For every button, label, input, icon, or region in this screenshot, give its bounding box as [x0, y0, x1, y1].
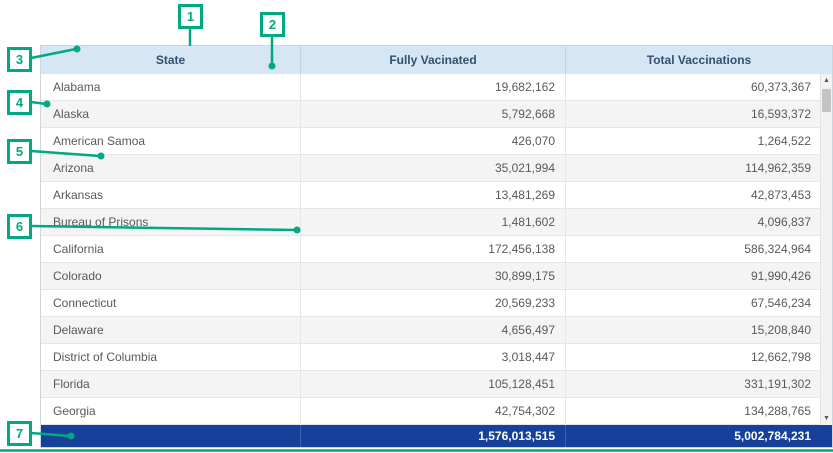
- column-header-total-vaccinations[interactable]: Total Vaccinations: [566, 46, 832, 74]
- column-header-fully-vaccinated[interactable]: Fully Vacinated: [301, 46, 566, 74]
- row-fully-vaccinated: 4,656,497: [301, 317, 566, 343]
- row-state: California: [41, 236, 301, 262]
- scrollbar-thumb[interactable]: [822, 89, 831, 112]
- row-fully-vaccinated: 30,899,175: [301, 263, 566, 289]
- table-header-row: State Fully Vacinated Total Vaccinations: [41, 46, 832, 74]
- table-total-row: 1,576,013,515 5,002,784,231: [41, 425, 832, 447]
- callout-1: 1: [178, 4, 203, 29]
- table-body: Alabama 19,682,162 60,373,367 Alaska 5,7…: [41, 74, 832, 425]
- table-row[interactable]: Alaska 5,792,668 16,593,372: [41, 101, 832, 128]
- row-total-vaccinations: 586,324,964: [566, 236, 832, 262]
- total-row-state-cell: [41, 425, 301, 447]
- row-state: Arkansas: [41, 182, 301, 208]
- row-state: Arizona: [41, 155, 301, 181]
- row-total-vaccinations: 60,373,367: [566, 74, 832, 100]
- row-total-vaccinations: 91,990,426: [566, 263, 832, 289]
- table-row[interactable]: Alabama 19,682,162 60,373,367: [41, 74, 832, 101]
- callout-5: 5: [7, 139, 32, 164]
- row-state: Delaware: [41, 317, 301, 343]
- row-state: District of Columbia: [41, 344, 301, 370]
- row-state: Florida: [41, 371, 301, 397]
- callout-6: 6: [7, 214, 32, 239]
- row-fully-vaccinated: 1,481,602: [301, 209, 566, 235]
- callout-2: 2: [260, 12, 285, 37]
- row-total-vaccinations: 12,662,798: [566, 344, 832, 370]
- row-fully-vaccinated: 13,481,269: [301, 182, 566, 208]
- row-fully-vaccinated: 426,070: [301, 128, 566, 154]
- row-total-vaccinations: 15,208,840: [566, 317, 832, 343]
- row-state: Alabama: [41, 74, 301, 100]
- table-row[interactable]: Arkansas 13,481,269 42,873,453: [41, 182, 832, 209]
- table-row[interactable]: Delaware 4,656,497 15,208,840: [41, 317, 832, 344]
- row-total-vaccinations: 4,096,837: [566, 209, 832, 235]
- callout-4: 4: [7, 90, 32, 115]
- row-fully-vaccinated: 3,018,447: [301, 344, 566, 370]
- row-total-vaccinations: 1,264,522: [566, 128, 832, 154]
- row-state: Connecticut: [41, 290, 301, 316]
- row-fully-vaccinated: 42,754,302: [301, 398, 566, 424]
- screenshot-canvas: State Fully Vacinated Total Vaccinations…: [0, 0, 833, 453]
- table-row[interactable]: District of Columbia 3,018,447 12,662,79…: [41, 344, 832, 371]
- vaccination-table: State Fully Vacinated Total Vaccinations…: [40, 45, 833, 448]
- row-total-vaccinations: 67,546,234: [566, 290, 832, 316]
- table-row[interactable]: Connecticut 20,569,233 67,546,234: [41, 290, 832, 317]
- row-total-vaccinations: 134,288,765: [566, 398, 832, 424]
- column-header-state[interactable]: State: [41, 46, 301, 74]
- table-row[interactable]: American Samoa 426,070 1,264,522: [41, 128, 832, 155]
- row-total-vaccinations: 16,593,372: [566, 101, 832, 127]
- callout-7: 7: [7, 421, 32, 446]
- total-row-fully-vaccinated: 1,576,013,515: [301, 425, 566, 447]
- row-fully-vaccinated: 105,128,451: [301, 371, 566, 397]
- table-row[interactable]: Bureau of Prisons 1,481,602 4,096,837: [41, 209, 832, 236]
- row-state: Bureau of Prisons: [41, 209, 301, 235]
- row-total-vaccinations: 42,873,453: [566, 182, 832, 208]
- row-state: Colorado: [41, 263, 301, 289]
- total-row-total-vaccinations: 5,002,784,231: [566, 425, 832, 447]
- row-fully-vaccinated: 19,682,162: [301, 74, 566, 100]
- row-fully-vaccinated: 5,792,668: [301, 101, 566, 127]
- table-row[interactable]: Colorado 30,899,175 91,990,426: [41, 263, 832, 290]
- table-row[interactable]: Arizona 35,021,994 114,962,359: [41, 155, 832, 182]
- table-row[interactable]: Georgia 42,754,302 134,288,765: [41, 398, 832, 425]
- callout-3: 3: [7, 47, 32, 72]
- row-state: Georgia: [41, 398, 301, 424]
- row-total-vaccinations: 331,191,302: [566, 371, 832, 397]
- scroll-down-icon[interactable]: ▼: [821, 412, 832, 425]
- scroll-up-icon[interactable]: ▲: [821, 74, 832, 87]
- row-state: American Samoa: [41, 128, 301, 154]
- row-total-vaccinations: 114,962,359: [566, 155, 832, 181]
- row-fully-vaccinated: 172,456,138: [301, 236, 566, 262]
- row-state: Alaska: [41, 101, 301, 127]
- row-fully-vaccinated: 35,021,994: [301, 155, 566, 181]
- vertical-scrollbar[interactable]: ▲ ▼: [820, 74, 832, 425]
- table-row[interactable]: Florida 105,128,451 331,191,302: [41, 371, 832, 398]
- table-row[interactable]: California 172,456,138 586,324,964: [41, 236, 832, 263]
- row-fully-vaccinated: 20,569,233: [301, 290, 566, 316]
